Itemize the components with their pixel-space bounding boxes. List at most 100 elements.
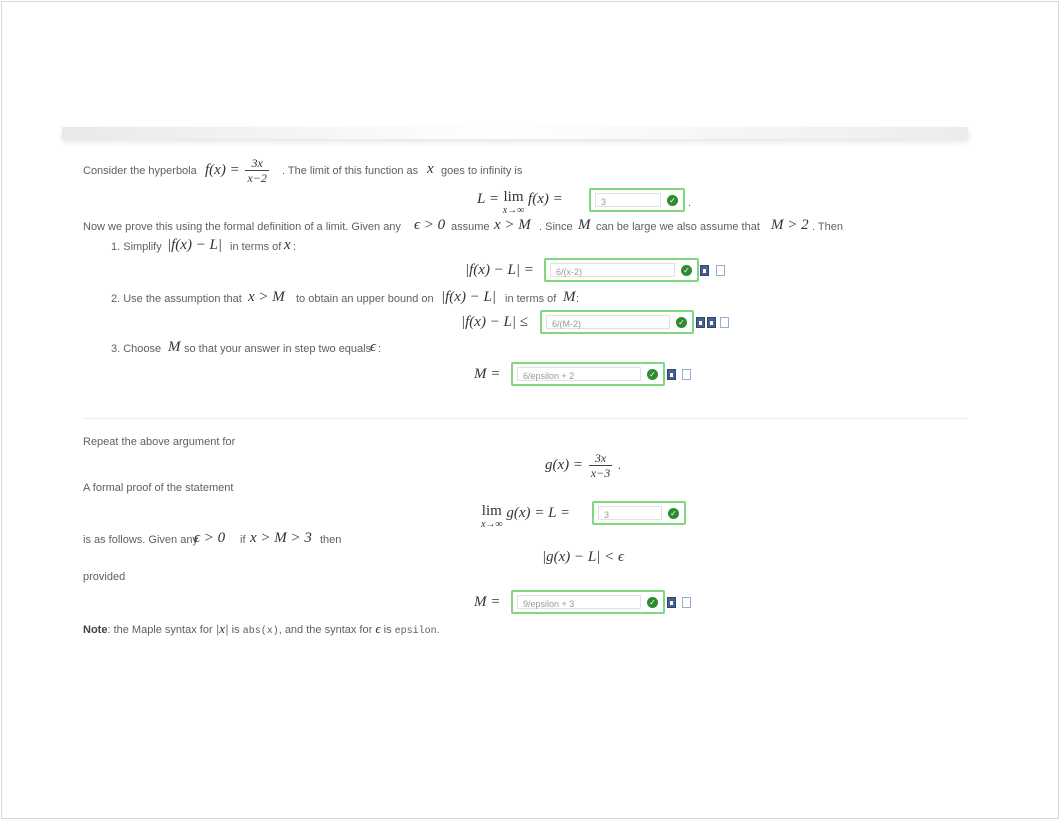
function-f-definition: f(x) = 3x x−2 bbox=[205, 157, 271, 184]
top-bar bbox=[62, 127, 968, 139]
answer-input-M2[interactable]: 9/epsilon + 3 bbox=[517, 595, 641, 609]
f-lhs: f(x) = bbox=[205, 161, 240, 178]
check-circle-icon: ✓ bbox=[647, 369, 658, 380]
step2-tail: : bbox=[576, 293, 580, 305]
M-var: M bbox=[578, 217, 591, 233]
goes-text: goes to infinity is bbox=[441, 165, 523, 177]
note-text1: : the Maple syntax for bbox=[107, 624, 213, 636]
answer-box-L2[interactable]: 3 ✓ bbox=[592, 501, 686, 525]
help-doc-icon[interactable] bbox=[682, 369, 691, 380]
limit-text: . The limit of this function as bbox=[282, 165, 419, 177]
note-bold: Note bbox=[83, 624, 108, 636]
g-denominator: x−3 bbox=[590, 466, 611, 480]
answer-box-step1[interactable]: 6/(x-2) ✓ bbox=[544, 258, 699, 282]
step2-lhs: |f(x) − L| ≤ bbox=[461, 314, 529, 330]
g-inequality: |g(x) − L| < ϵ bbox=[542, 549, 625, 565]
note-end: . bbox=[436, 624, 440, 636]
step3-label: 3. Choose bbox=[111, 343, 162, 355]
repeat-text: Repeat the above argument for bbox=[83, 436, 236, 448]
step2-math: x > M bbox=[248, 289, 285, 305]
answer-box-step3[interactable]: 6/epsilon + 2 ✓ bbox=[511, 362, 665, 386]
step1-rest: in terms of bbox=[230, 241, 282, 253]
f-fraction: 3x x−2 bbox=[245, 157, 269, 185]
step3-math: M bbox=[168, 339, 181, 355]
period: . bbox=[688, 197, 692, 209]
epsilon-gt-0-2: ϵ > 0 bbox=[194, 530, 226, 546]
step3-tail: : bbox=[378, 343, 382, 355]
g-numerator: 3x bbox=[588, 452, 613, 466]
x-gt-M: x > M bbox=[494, 217, 531, 233]
step1-math: |f(x) − L| bbox=[167, 237, 223, 253]
M-eq-2: M = bbox=[474, 594, 501, 610]
lim-operator-g: lim x→∞ bbox=[481, 503, 503, 531]
f-numerator: 3x bbox=[245, 157, 269, 171]
check-circle-icon: ✓ bbox=[668, 508, 679, 519]
page-frame bbox=[1, 1, 1059, 819]
help-doc-icon[interactable] bbox=[682, 597, 691, 608]
step1-var: x bbox=[284, 237, 291, 253]
step3-rest: so that your answer in step two equals bbox=[184, 343, 372, 355]
check-circle-icon: ✓ bbox=[667, 195, 678, 206]
lim-word-g: lim bbox=[481, 503, 502, 519]
lim-operator: lim x→∞ bbox=[502, 189, 525, 217]
note-eps-code: epsilon bbox=[394, 626, 437, 637]
note-line: Note: the Maple syntax for |x| is abs(x)… bbox=[83, 622, 440, 639]
limit-g-equation: lim x→∞ g(x) = L = bbox=[481, 503, 570, 531]
follows-text: is as follows. Given any bbox=[83, 534, 198, 546]
step2-math2: |f(x) − L| bbox=[441, 289, 497, 305]
g-lhs: g(x) = bbox=[545, 456, 584, 473]
x-M-3-chain: x > M > 3 bbox=[250, 530, 312, 546]
preview-doc-icon-2[interactable] bbox=[707, 317, 716, 328]
L-eq: L = bbox=[477, 191, 499, 207]
step1-label: 1. Simplify bbox=[111, 241, 162, 253]
intro-text: Consider the hyperbola bbox=[83, 165, 197, 177]
step3-lhs: M = bbox=[474, 366, 501, 382]
answer-input-L[interactable]: 3 bbox=[595, 193, 661, 207]
preview-doc-icon[interactable] bbox=[700, 265, 709, 276]
f-denominator: x−2 bbox=[247, 171, 267, 185]
fx-eq: f(x) = bbox=[528, 191, 563, 207]
note-is2: is bbox=[383, 624, 392, 636]
limit-equation: L = lim x→∞ f(x) = bbox=[477, 189, 563, 217]
check-circle-icon: ✓ bbox=[676, 317, 687, 328]
note-eps: ϵ bbox=[375, 621, 381, 636]
section-divider bbox=[82, 418, 968, 419]
formal-text: A formal proof of the statement bbox=[83, 482, 234, 494]
note-abs-code: abs(x) bbox=[242, 626, 279, 637]
then-text-2: then bbox=[320, 534, 342, 546]
note-is: is bbox=[231, 624, 240, 636]
proof-intro: Now we prove this using the formal defin… bbox=[83, 221, 401, 233]
answer-input-step2[interactable]: 6/(M-2) bbox=[546, 315, 670, 329]
step2-var: M bbox=[563, 289, 576, 305]
preview-doc-icon[interactable] bbox=[667, 597, 676, 608]
step2-rest: to obtain an upper bound on bbox=[296, 293, 434, 305]
answer-box-step2[interactable]: 6/(M-2) ✓ bbox=[540, 310, 694, 334]
help-doc-icon[interactable] bbox=[720, 317, 729, 328]
x-var: x bbox=[427, 161, 434, 177]
step1-tail: : bbox=[293, 241, 297, 253]
preview-doc-icon[interactable] bbox=[667, 369, 676, 380]
answer-input-L2[interactable]: 3 bbox=[598, 506, 662, 520]
lim-word: lim bbox=[503, 189, 524, 205]
answer-box-M2[interactable]: 9/epsilon + 3 ✓ bbox=[511, 590, 665, 614]
preview-doc-icon[interactable] bbox=[696, 317, 705, 328]
note-absx: |x| bbox=[215, 621, 229, 636]
assume-text: assume bbox=[451, 221, 490, 233]
g-fraction: 3x x−3 bbox=[588, 452, 613, 480]
answer-box-L[interactable]: 3 ✓ bbox=[589, 188, 685, 212]
then-text: . Then bbox=[812, 221, 843, 233]
step2-rest2: in terms of bbox=[505, 293, 557, 305]
answer-input-step3[interactable]: 6/epsilon + 2 bbox=[517, 367, 641, 381]
help-doc-icon[interactable] bbox=[716, 265, 725, 276]
check-circle-icon: ✓ bbox=[681, 265, 692, 276]
answer-input-step1[interactable]: 6/(x-2) bbox=[550, 263, 675, 277]
lim-sub: x→∞ bbox=[502, 205, 525, 216]
epsilon-gt-0: ϵ > 0 bbox=[414, 217, 446, 233]
step3-var: ϵ bbox=[370, 339, 377, 355]
step1-lhs: |f(x) − L| = bbox=[465, 262, 534, 278]
M-gt-2: M > 2 bbox=[771, 217, 809, 233]
check-circle-icon: ✓ bbox=[647, 597, 658, 608]
large-text: can be large we also assume that bbox=[596, 221, 760, 233]
step2-label: 2. Use the assumption that bbox=[111, 293, 242, 305]
provided-text: provided bbox=[83, 571, 126, 583]
